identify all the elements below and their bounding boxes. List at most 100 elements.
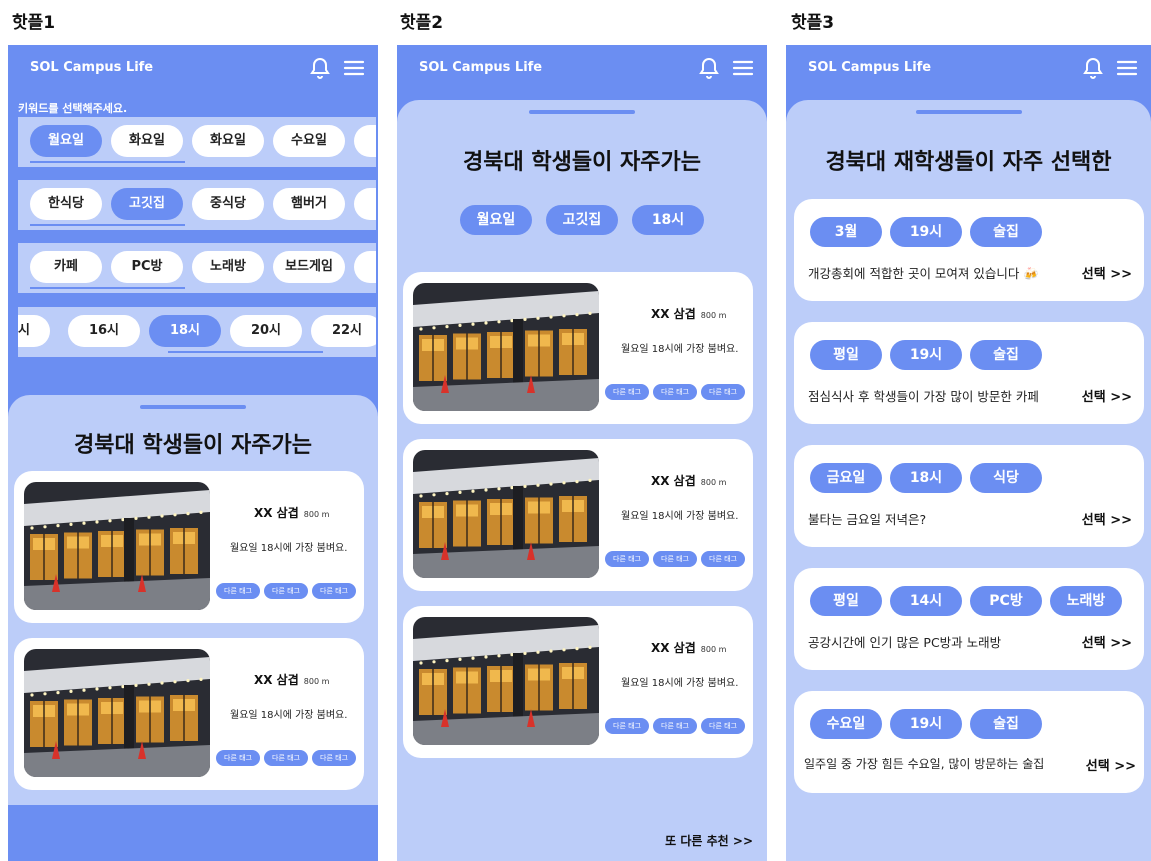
- tag[interactable]: 다른 태그: [216, 583, 260, 599]
- chip[interactable]: 노래방: [1050, 586, 1122, 616]
- recommend-card[interactable]: 평일 14시 PC방 노래방 공강시간에 인기 많은 PC방과 노래방 선택 >…: [794, 568, 1144, 670]
- more-recommend-link[interactable]: 또 다른 추천 >>: [665, 832, 753, 849]
- chip[interactable]: 14시: [890, 586, 962, 616]
- chip-place-0[interactable]: 한식당: [30, 188, 102, 220]
- place-card[interactable]: XX 삼겹 800 m 월요일 18시에 가장 붐벼요. 다른 태그 다른 태그 …: [403, 272, 753, 424]
- tag[interactable]: 다른 태그: [653, 551, 697, 567]
- tag[interactable]: 다른 태그: [216, 750, 260, 766]
- chip[interactable]: 수요일: [810, 709, 882, 739]
- screen-label-2: 핫플2: [400, 13, 444, 33]
- chip-time-3[interactable]: 20시: [230, 315, 302, 347]
- select-button[interactable]: 선택 >>: [1086, 755, 1136, 774]
- bell-icon[interactable]: [697, 56, 721, 80]
- chip-time-1[interactable]: 16시: [68, 315, 140, 347]
- chip[interactable]: 식당: [970, 463, 1042, 493]
- tag[interactable]: 다른 태그: [605, 718, 649, 734]
- tag[interactable]: 다른 태그: [701, 718, 745, 734]
- sheet-handle[interactable]: [916, 110, 1022, 114]
- chip[interactable]: 평일: [810, 340, 882, 370]
- chip-time-0[interactable]: 시: [18, 315, 50, 347]
- chip[interactable]: 술집: [970, 217, 1042, 247]
- tag-list: 다른 태그 다른 태그 다른 태그: [216, 750, 356, 766]
- recommend-sheet: 경북대 학생들이 자주가는 월요일 고깃집 18시 XX 삼겹 800 m 월요일…: [397, 100, 767, 861]
- filter-chip-day[interactable]: 월요일: [460, 205, 532, 235]
- tag[interactable]: 다른 태그: [312, 583, 356, 599]
- chip-place-2[interactable]: 중식당: [192, 188, 264, 220]
- place-photo: [413, 283, 599, 411]
- chip-place-3[interactable]: 햄버거: [273, 188, 345, 220]
- recommend-card[interactable]: 수요일 19시 술집 일주일 중 가장 힘든 수요일, 많이 방문하는 술집 선…: [794, 691, 1144, 793]
- place-desc: 월요일 18시에 가장 붐벼요.: [621, 678, 739, 689]
- place-card[interactable]: XX 삼겹 800 m 월요일 18시에 가장 붐벼요. 다른 태그 다른 태그 …: [403, 439, 753, 591]
- menu-icon[interactable]: [731, 56, 755, 80]
- place-photo: [413, 450, 599, 578]
- filter-chip-place[interactable]: 고깃집: [546, 205, 618, 235]
- bell-icon[interactable]: [1081, 56, 1105, 80]
- chip-list: 평일 19시 술집: [810, 340, 1042, 370]
- tag[interactable]: 다른 태그: [605, 384, 649, 400]
- phone-screen-3: SOL Campus Life 경북대 재학생들이 자주 선택한 3월 19시 …: [786, 45, 1151, 861]
- tag[interactable]: 다른 태그: [701, 384, 745, 400]
- place-distance: 800 m: [303, 677, 330, 686]
- select-button[interactable]: 선택 >>: [1082, 386, 1132, 405]
- chip-place2-0[interactable]: 카페: [30, 251, 102, 283]
- chip-list: 수요일 19시 술집: [810, 709, 1042, 739]
- chip[interactable]: PC방: [970, 586, 1042, 616]
- place-card[interactable]: XX 삼겹 800 m 월요일 18시에 가장 붐벼요. 다른 태그 다른 태그 …: [14, 638, 364, 790]
- tag[interactable]: 다른 태그: [264, 583, 308, 599]
- tag[interactable]: 다른 태그: [701, 551, 745, 567]
- chip[interactable]: 술집: [970, 709, 1042, 739]
- chip-place2-1[interactable]: PC방: [111, 251, 183, 283]
- day-chip-row[interactable]: 월요일 화요일 화요일 수요일 목: [18, 117, 376, 167]
- tag[interactable]: 다른 태그: [312, 750, 356, 766]
- card-desc: 개강총회에 적합한 곳이 모여져 있습니다 🍻: [808, 266, 1039, 281]
- chip[interactable]: 3월: [810, 217, 882, 247]
- tag[interactable]: 다른 태그: [264, 750, 308, 766]
- filter-chip-time[interactable]: 18시: [632, 205, 704, 235]
- chip[interactable]: 금요일: [810, 463, 882, 493]
- place-desc: 월요일 18시에 가장 붐벼요.: [230, 710, 348, 721]
- chip-place2-2[interactable]: 노래방: [192, 251, 264, 283]
- chip[interactable]: 19시: [890, 340, 962, 370]
- chip-time-2[interactable]: 18시: [149, 315, 221, 347]
- tag[interactable]: 다른 태그: [653, 718, 697, 734]
- chip-day-2[interactable]: 화요일: [192, 125, 264, 157]
- tag[interactable]: 다른 태그: [605, 551, 649, 567]
- sheet-handle[interactable]: [140, 405, 246, 409]
- chip-day-0[interactable]: 월요일: [30, 125, 102, 157]
- app-title: SOL Campus Life: [808, 60, 932, 75]
- scroll-indicator: [30, 224, 185, 226]
- place-card[interactable]: XX 삼겹 800 m 월요일 18시에 가장 붐벼요. 다른 태그 다른 태그 …: [403, 606, 753, 758]
- chip-place2-3[interactable]: 보드게임: [273, 251, 345, 283]
- chip[interactable]: 19시: [890, 217, 962, 247]
- chip-time-4[interactable]: 22시: [311, 315, 376, 347]
- chip[interactable]: 평일: [810, 586, 882, 616]
- sheet-handle[interactable]: [529, 110, 635, 114]
- chip-place-4[interactable]: [354, 188, 376, 220]
- select-button[interactable]: 선택 >>: [1082, 509, 1132, 528]
- place-chip-row[interactable]: 한식당 고깃집 중식당 햄버거: [18, 180, 376, 230]
- select-button[interactable]: 선택 >>: [1082, 263, 1132, 282]
- place2-chip-row[interactable]: 카페 PC방 노래방 보드게임: [18, 243, 376, 293]
- chip-place2-4[interactable]: [354, 251, 376, 283]
- tag[interactable]: 다른 태그: [653, 384, 697, 400]
- recommend-card[interactable]: 금요일 18시 식당 불타는 금요일 저녁은? 선택 >>: [794, 445, 1144, 547]
- place-distance: 800 m: [700, 645, 727, 654]
- chip-place-1[interactable]: 고깃집: [111, 188, 183, 220]
- chip-day-1[interactable]: 화요일: [111, 125, 183, 157]
- recommend-card[interactable]: 3월 19시 술집 개강총회에 적합한 곳이 모여져 있습니다 🍻 선택 >>: [794, 199, 1144, 301]
- chip[interactable]: 19시: [890, 709, 962, 739]
- tag-list: 다른 태그 다른 태그 다른 태그: [605, 384, 745, 400]
- chip[interactable]: 18시: [890, 463, 962, 493]
- chip-day-3[interactable]: 수요일: [273, 125, 345, 157]
- chip-day-4[interactable]: 목: [354, 125, 376, 157]
- place-card[interactable]: XX 삼겹 800 m 월요일 18시에 가장 붐벼요. 다른 태그 다른 태그 …: [14, 471, 364, 623]
- recommend-card[interactable]: 평일 19시 술집 점심식사 후 학생들이 가장 많이 방문한 카페 선택 >>: [794, 322, 1144, 424]
- time-chip-row[interactable]: 시 16시 18시 20시 22시: [18, 307, 376, 357]
- menu-icon[interactable]: [342, 56, 366, 80]
- menu-icon[interactable]: [1115, 56, 1139, 80]
- chip[interactable]: 술집: [970, 340, 1042, 370]
- bell-icon[interactable]: [308, 56, 332, 80]
- select-button[interactable]: 선택 >>: [1082, 632, 1132, 651]
- tag-list: 다른 태그 다른 태그 다른 태그: [216, 583, 356, 599]
